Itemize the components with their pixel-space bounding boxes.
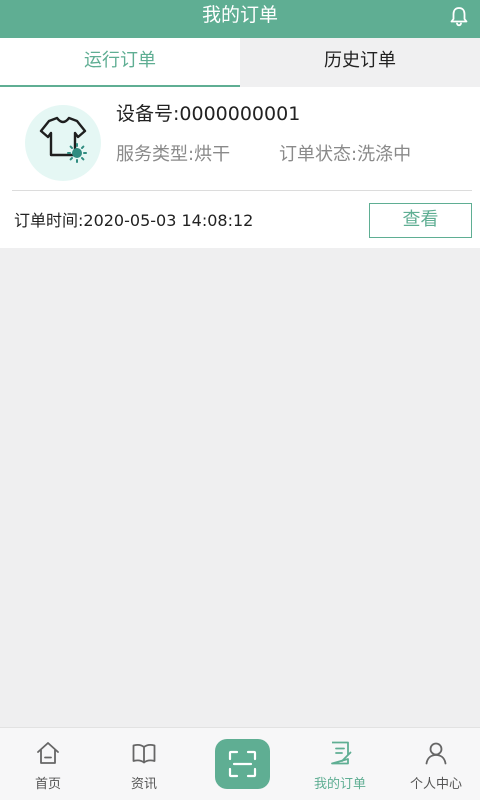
service-type: 服务类型:烘干 xyxy=(116,144,231,165)
order-status: 订单状态:洗涤中 xyxy=(279,144,412,165)
nav-item-my-orders[interactable]: 我的订单 xyxy=(292,728,388,800)
bottom-nav: 首页 资讯 我的订单 个人中心 xyxy=(0,727,480,800)
order-time: 订单时间:2020-05-03 14:08:12 xyxy=(14,211,254,230)
home-icon xyxy=(37,742,59,764)
nav-label-home: 首页 xyxy=(34,777,61,792)
order-icon xyxy=(331,741,352,765)
order-card: 设备号:0000000001 服务类型:烘干 订单状态:洗涤中 订单时间:202… xyxy=(0,87,480,248)
card-divider xyxy=(12,190,472,191)
device-number: 设备号:0000000001 xyxy=(116,103,301,125)
scan-icon xyxy=(228,750,257,778)
nav-item-home[interactable]: 首页 xyxy=(0,728,96,800)
tab-history-orders[interactable]: 历史订单 xyxy=(240,38,480,87)
view-order-button[interactable]: 查看 xyxy=(369,203,472,238)
nav-label-my-orders: 我的订单 xyxy=(313,777,366,792)
order-tabs: 运行订单 历史订单 xyxy=(0,38,480,87)
nav-item-profile[interactable]: 个人中心 xyxy=(388,728,480,800)
nav-item-news[interactable]: 资讯 xyxy=(96,728,192,800)
scan-button[interactable] xyxy=(215,739,270,789)
bell-icon[interactable] xyxy=(448,5,470,27)
person-icon xyxy=(425,742,447,765)
nav-label-news: 资讯 xyxy=(130,777,157,792)
tab-running-orders[interactable]: 运行订单 xyxy=(0,38,240,87)
nav-label-profile: 个人中心 xyxy=(409,777,462,792)
dryer-shirt-icon xyxy=(25,105,101,181)
book-icon xyxy=(132,743,156,764)
page-title: 我的订单 xyxy=(201,4,278,26)
header-bar: 我的订单 xyxy=(0,0,480,38)
